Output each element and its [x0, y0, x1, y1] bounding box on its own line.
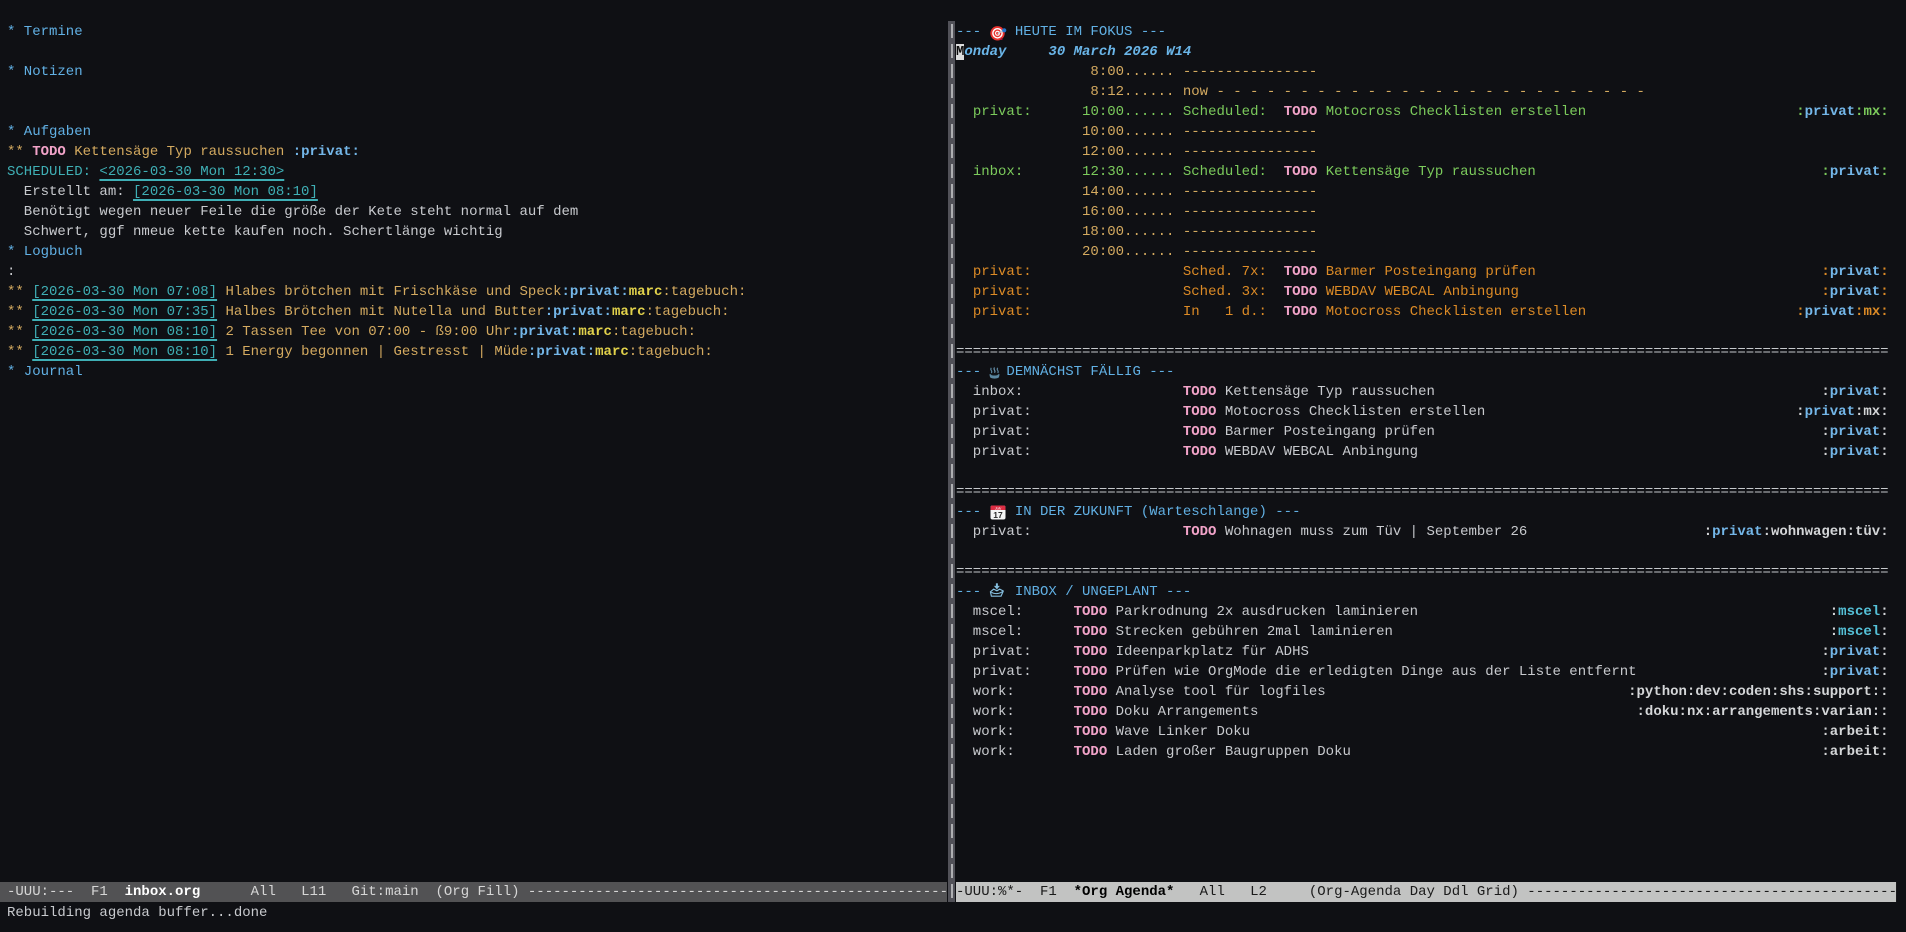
svg-text:17: 17	[993, 510, 1003, 520]
